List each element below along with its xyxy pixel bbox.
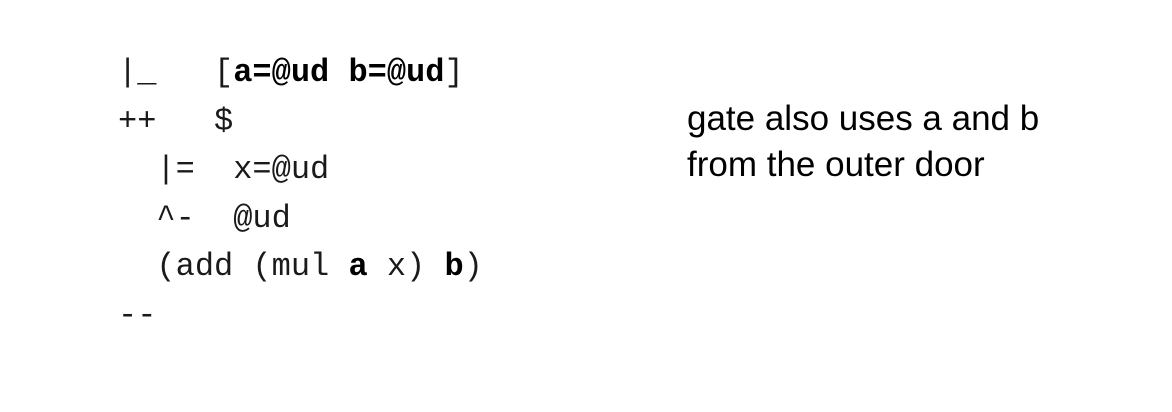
code-token: x)	[367, 248, 445, 285]
code-token: (add (mul	[118, 248, 349, 285]
code-token-bold: a=@ud b=@ud	[233, 54, 445, 91]
code-line-2: ++ $	[118, 98, 483, 147]
code-token: ^- @ud	[118, 199, 291, 237]
code-line-3: |= x=@ud	[118, 146, 483, 195]
code-token: ++ $	[118, 102, 234, 140]
annotation-line-1: gate also uses a and b	[687, 99, 1040, 138]
annotation-note: gate also uses a and b from the outer do…	[687, 96, 1039, 188]
code-token-bold: a	[348, 248, 368, 285]
code-token: ]	[444, 54, 464, 91]
code-token: |_ [	[118, 54, 234, 91]
code-token-bold: b	[444, 248, 464, 285]
code-token: --	[118, 296, 157, 334]
code-token: )	[463, 248, 483, 285]
code-token: |= x=@ud	[118, 151, 330, 188]
code-line-4: ^- @ud	[118, 195, 483, 244]
code-line-5: (add (mul a x) b)	[118, 243, 483, 292]
code-line-1: |_ [a=@ud b=@ud]	[118, 49, 483, 98]
code-line-6: --	[118, 292, 483, 341]
code-block: |_ [a=@ud b=@ud] ++ $ |= x=@ud ^- @ud (ad…	[118, 49, 483, 340]
annotation-line-2: from the outer door	[687, 145, 985, 184]
